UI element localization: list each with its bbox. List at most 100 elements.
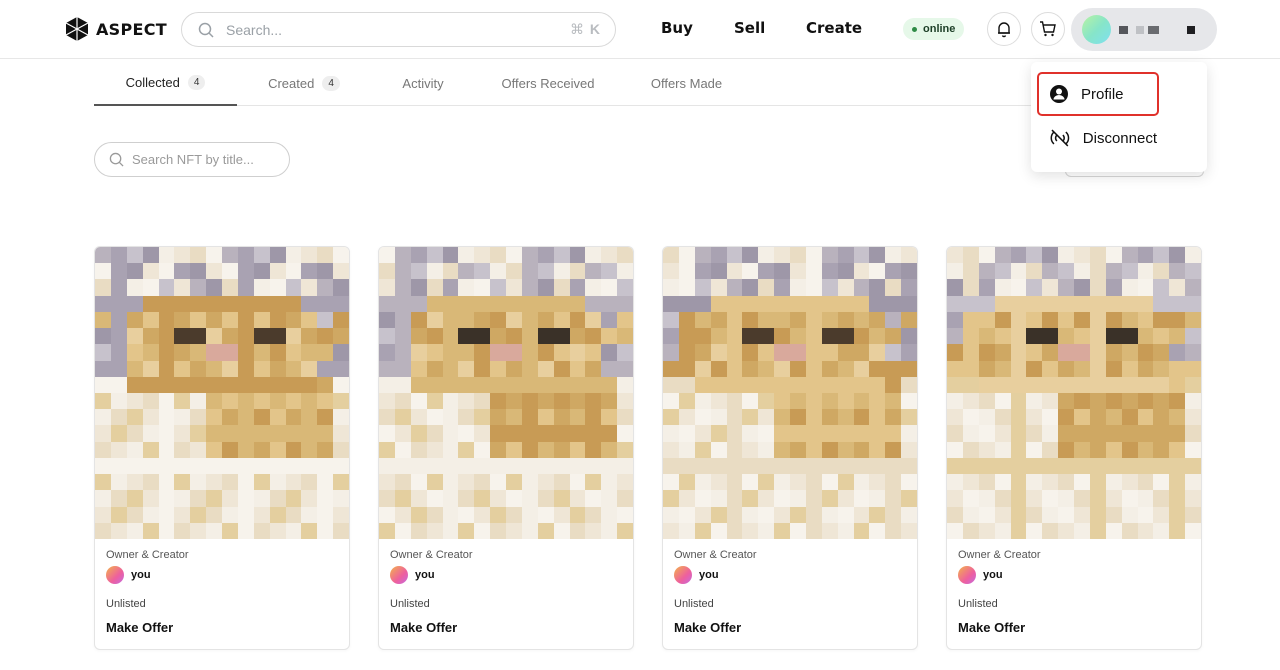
image-pixel xyxy=(1153,490,1170,507)
make-offer-button[interactable]: Make Offer xyxy=(958,620,1025,635)
menu-item-profile[interactable]: Profile xyxy=(1037,72,1159,116)
image-pixel xyxy=(962,247,979,264)
image-pixel xyxy=(1105,376,1122,393)
image-pixel xyxy=(158,522,175,539)
image-pixel xyxy=(206,474,222,491)
image-pixel xyxy=(1010,457,1027,475)
nft-image xyxy=(95,247,349,539)
image-pixel xyxy=(774,376,790,393)
image-pixel xyxy=(726,247,743,264)
nft-card[interactable]: Owner & Creator you Unlisted Make Offer xyxy=(946,246,1202,650)
nav-buy[interactable]: Buy xyxy=(661,19,693,37)
image-pixel xyxy=(663,425,679,442)
image-pixel xyxy=(474,360,491,377)
tab-offers-made[interactable]: Offers Made xyxy=(639,60,734,106)
image-pixel xyxy=(490,474,506,491)
image-pixel xyxy=(158,295,175,312)
image-pixel xyxy=(1185,263,1201,280)
image-pixel xyxy=(742,490,759,507)
avatar xyxy=(390,566,408,584)
image-pixel xyxy=(663,328,679,345)
wallet-address-redacted xyxy=(1119,25,1195,34)
tab-created[interactable]: Created 4 xyxy=(254,60,354,106)
image-pixel xyxy=(126,279,143,296)
image-pixel xyxy=(521,344,538,361)
image-pixel xyxy=(458,247,475,264)
image-pixel xyxy=(1121,409,1138,426)
image-pixel xyxy=(1010,506,1027,523)
image-pixel xyxy=(458,474,475,491)
image-pixel xyxy=(994,376,1011,393)
image-pixel xyxy=(869,295,886,312)
image-pixel xyxy=(726,506,743,523)
notifications-button[interactable] xyxy=(987,12,1021,46)
image-pixel xyxy=(853,344,870,361)
image-pixel xyxy=(426,328,443,345)
nft-search-input[interactable]: Search NFT by title... xyxy=(94,142,290,177)
nft-card[interactable]: Owner & Creator you Unlisted Make Offer xyxy=(662,246,918,650)
image-pixel xyxy=(474,344,491,361)
image-pixel xyxy=(190,474,207,491)
account-button[interactable] xyxy=(1071,8,1217,51)
image-pixel xyxy=(206,457,222,475)
image-pixel xyxy=(95,279,111,296)
image-pixel xyxy=(947,344,963,361)
image-pixel xyxy=(206,311,222,329)
image-pixel xyxy=(333,522,349,539)
tab-collected[interactable]: Collected 4 xyxy=(94,60,237,106)
make-offer-button[interactable]: Make Offer xyxy=(674,620,741,635)
image-pixel xyxy=(379,490,395,507)
image-pixel xyxy=(110,409,127,426)
image-pixel xyxy=(1185,344,1201,361)
make-offer-button[interactable]: Make Offer xyxy=(390,620,457,635)
search-input[interactable]: Search... xyxy=(226,22,570,38)
image-pixel xyxy=(1105,506,1122,523)
image-pixel xyxy=(1042,263,1059,280)
image-pixel xyxy=(805,506,822,523)
image-pixel xyxy=(742,425,759,442)
menu-item-disconnect[interactable]: Disconnect xyxy=(1039,118,1157,158)
image-pixel xyxy=(978,474,995,491)
image-pixel xyxy=(726,360,743,377)
image-pixel xyxy=(821,360,838,377)
image-pixel xyxy=(521,311,538,329)
image-pixel xyxy=(206,263,222,280)
image-pixel xyxy=(174,344,191,361)
image-pixel xyxy=(458,328,475,345)
image-pixel xyxy=(710,328,727,345)
image-pixel xyxy=(726,474,743,491)
image-pixel xyxy=(1137,474,1154,491)
nft-card[interactable]: Owner & Creator you Unlisted Make Offer xyxy=(94,246,350,650)
tab-activity[interactable]: Activity xyxy=(389,60,457,106)
nav-sell[interactable]: Sell xyxy=(734,19,765,37)
image-pixel xyxy=(1121,441,1138,458)
image-pixel xyxy=(333,344,349,361)
image-pixel xyxy=(869,409,886,426)
image-pixel xyxy=(1058,425,1074,442)
image-pixel xyxy=(742,392,759,410)
image-pixel xyxy=(237,279,254,296)
image-pixel xyxy=(142,522,159,539)
make-offer-button[interactable]: Make Offer xyxy=(106,620,173,635)
image-pixel xyxy=(95,344,111,361)
image-pixel xyxy=(869,279,886,296)
image-pixel xyxy=(1153,425,1170,442)
image-pixel xyxy=(1185,295,1201,312)
image-pixel xyxy=(126,409,143,426)
listing-status: Unlisted xyxy=(674,598,714,610)
image-pixel xyxy=(333,376,349,393)
image-pixel xyxy=(837,522,854,539)
tab-offers-received[interactable]: Offers Received xyxy=(492,60,604,106)
nav-create[interactable]: Create xyxy=(806,19,862,37)
image-pixel xyxy=(869,425,886,442)
image-pixel xyxy=(885,392,902,410)
nft-card[interactable]: Owner & Creator you Unlisted Make Offer xyxy=(378,246,634,650)
image-pixel xyxy=(317,295,334,312)
global-search[interactable]: Search... ⌘ K xyxy=(181,12,616,47)
image-pixel xyxy=(394,441,411,458)
cart-button[interactable] xyxy=(1031,12,1065,46)
logo[interactable]: ASPECT xyxy=(64,16,167,42)
image-pixel xyxy=(978,279,995,296)
image-pixel xyxy=(1137,409,1154,426)
image-pixel xyxy=(537,490,554,507)
